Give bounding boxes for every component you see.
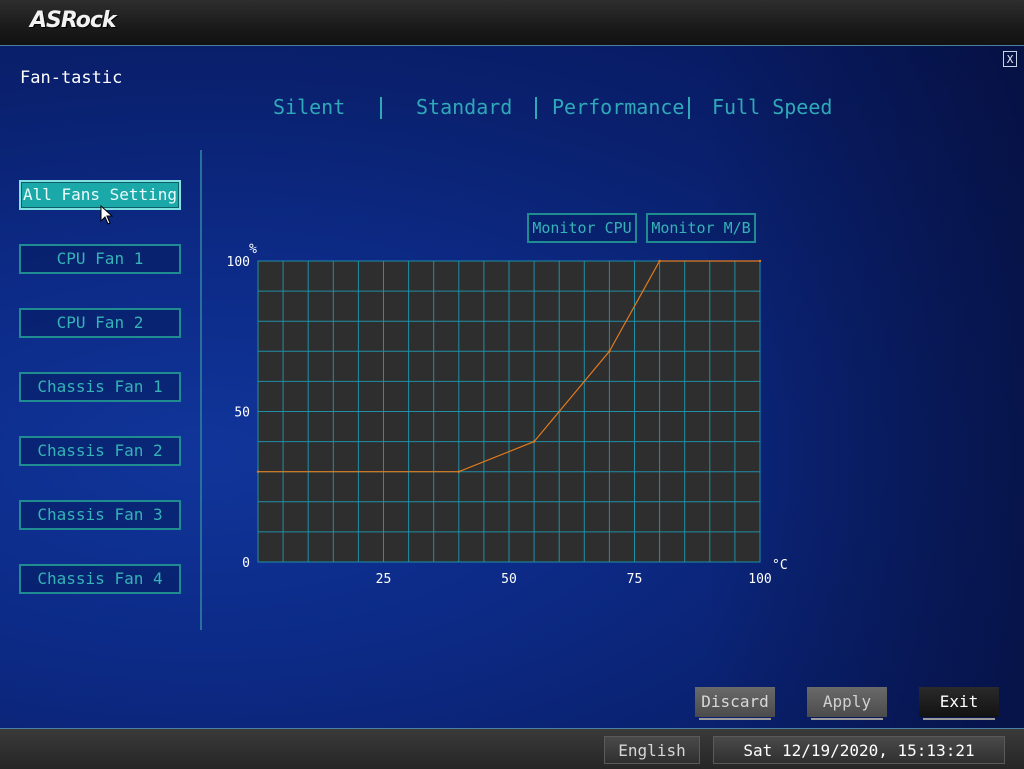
exit-button[interactable]: Exit (919, 687, 999, 720)
discard-button[interactable]: Discard (695, 687, 775, 720)
top-bar: ASRock (0, 0, 1024, 46)
monitor-mb-button[interactable]: Monitor M/B (646, 213, 756, 243)
tab-separator (380, 97, 382, 119)
fan-item-cpu-fan-1[interactable]: CPU Fan 1 (19, 244, 181, 274)
tab-standard[interactable]: Standard (416, 95, 512, 119)
fan-item-chassis-fan-2[interactable]: Chassis Fan 2 (19, 436, 181, 466)
tab-full-speed[interactable]: Full Speed (712, 95, 832, 119)
fan-item-chassis-fan-4[interactable]: Chassis Fan 4 (19, 564, 181, 594)
close-button[interactable]: X (1003, 51, 1017, 67)
fan-item-chassis-fan-1[interactable]: Chassis Fan 1 (19, 372, 181, 402)
monitor-cpu-button[interactable]: Monitor CPU (527, 213, 637, 243)
tab-separator (688, 97, 690, 119)
fan-item-cpu-fan-2[interactable]: CPU Fan 2 (19, 308, 181, 338)
fan-item-chassis-fan-3[interactable]: Chassis Fan 3 (19, 500, 181, 530)
tab-separator (535, 97, 537, 119)
page-title: Fan-tastic (20, 68, 123, 88)
datetime-display: Sat 12/19/2020, 15:13:21 (713, 736, 1005, 764)
asrock-logo: ASRock (30, 8, 117, 33)
tab-silent[interactable]: Silent (273, 95, 345, 119)
language-button[interactable]: English (604, 736, 700, 764)
mouse-cursor-icon (100, 205, 114, 225)
apply-button[interactable]: Apply (807, 687, 887, 720)
footer-bar: English Sat 12/19/2020, 15:13:21 (0, 728, 1024, 769)
tab-performance[interactable]: Performance (552, 95, 684, 119)
sidebar-divider (200, 150, 202, 630)
